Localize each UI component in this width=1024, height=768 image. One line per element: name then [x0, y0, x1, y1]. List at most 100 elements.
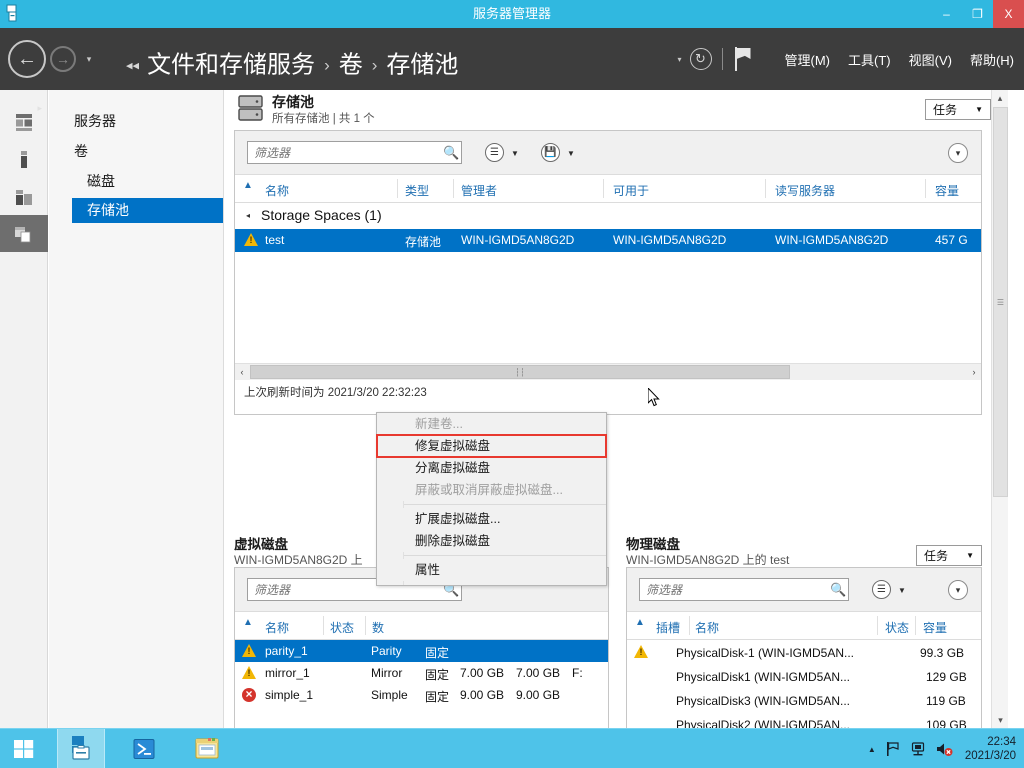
- column-header-type[interactable]: 类型: [405, 182, 429, 199]
- column-header-name[interactable]: 名称: [265, 182, 289, 199]
- breadcrumb-back-icon[interactable]: ◂◂: [126, 58, 139, 74]
- virtual-disk-context-menu: 新建卷... 修复虚拟磁盘 分离虚拟磁盘 屏蔽或取消屏蔽虚拟磁盘... 扩展虚拟…: [376, 412, 607, 586]
- scroll-left-button[interactable]: ‹: [235, 364, 249, 380]
- storage-pools-tasks-button[interactable]: 任务 ▼: [925, 99, 991, 120]
- physical-disks-filter-input[interactable]: [639, 578, 849, 601]
- chevron-down-icon: ▼: [975, 105, 983, 114]
- cell-capacity: 7.00 GB: [460, 666, 505, 680]
- context-menu-item-detach-virtual-disk[interactable]: 分离虚拟磁盘: [377, 457, 606, 479]
- cell-name: simple_1: [265, 688, 314, 702]
- sidebar-item-servers[interactable]: 服务器: [49, 108, 223, 134]
- table-row[interactable]: simple_1 Simple 固定 9.00 GB 9.00 GB: [235, 684, 608, 706]
- rail-item-file-storage-services[interactable]: ▸: [0, 103, 48, 252]
- context-menu-separator: [404, 504, 606, 505]
- forward-arrow-icon[interactable]: →: [50, 46, 76, 72]
- storage-pools-horizontal-scrollbar[interactable]: ‹ ┆┆ ›: [235, 363, 981, 380]
- breadcrumb-item-1[interactable]: 卷: [339, 45, 363, 80]
- column-options-caret-icon[interactable]: ▼: [898, 586, 906, 595]
- close-button[interactable]: X: [993, 0, 1024, 28]
- column-header-capacity[interactable]: 容量: [935, 182, 959, 199]
- main-content: 存储池 所有存储池 | 共 1 个 任务 ▼ 🔍 ☰ ▼ 💾 ▼ ▾ ▲ 名称: [225, 90, 1008, 768]
- column-header-available-to[interactable]: 可用于: [613, 182, 649, 199]
- chevron-down-icon[interactable]: ▾: [948, 143, 968, 163]
- search-icon[interactable]: 🔍: [830, 582, 846, 598]
- maximize-button[interactable]: ❐: [962, 0, 993, 28]
- scroll-right-button[interactable]: ›: [967, 364, 981, 380]
- nav-options-caret-icon[interactable]: ▾: [677, 55, 681, 64]
- column-options-icon[interactable]: ☰: [485, 143, 504, 162]
- taskbar-item-powershell[interactable]: [120, 729, 168, 768]
- cell-provisioning: 固定: [425, 668, 450, 682]
- sidebar-item-volumes[interactable]: 卷: [49, 138, 223, 164]
- context-menu-item-delete-virtual-disk[interactable]: 删除虚拟磁盘: [377, 530, 606, 552]
- taskbar-clock[interactable]: 22:34 2021/3/20: [965, 735, 1016, 763]
- column-header-managed-by[interactable]: 管理者: [461, 182, 497, 199]
- table-row[interactable]: mirror_1 Mirror 固定 7.00 GB 7.00 GB F:: [235, 662, 608, 684]
- column-header-status[interactable]: 状态: [330, 619, 354, 636]
- rail-item-local-server[interactable]: [0, 141, 48, 178]
- table-row[interactable]: PhysicalDisk3 (WIN-IGMD5AN... 119 GB: [627, 689, 981, 713]
- column-header-read-write-server[interactable]: 读写服务器: [775, 182, 835, 199]
- back-arrow-icon[interactable]: ←: [8, 40, 46, 78]
- breadcrumb-item-2[interactable]: 存储池: [386, 45, 458, 80]
- group-collapse-icon[interactable]: ◂: [246, 211, 250, 220]
- navigation-bar: ← → ▾ ◂◂ 文件和存储服务 › 卷 › 存储池 ▾ ↻ 管理(M) 工具(…: [0, 28, 1024, 90]
- column-options-icon[interactable]: ☰: [872, 580, 891, 599]
- warning-sort-icon[interactable]: ▲: [243, 617, 253, 628]
- table-row[interactable]: PhysicalDisk-1 (WIN-IGMD5AN... 99.3 GB: [627, 640, 981, 665]
- virtual-disks-table-header: ▲ 名称 状态 数: [235, 612, 608, 640]
- cell-name: test: [265, 233, 285, 247]
- taskbar-item-server-manager[interactable]: [57, 729, 105, 768]
- network-icon[interactable]: [910, 741, 926, 757]
- column-header-status[interactable]: 状态: [885, 619, 909, 636]
- tasks-label: 任务: [924, 549, 949, 563]
- cell-allocated: 7.00 GB: [516, 666, 561, 680]
- breadcrumb: ◂◂ 文件和存储服务 › 卷 › 存储池: [126, 45, 458, 80]
- scroll-thumb[interactable]: ☰: [993, 107, 1008, 497]
- column-header-name[interactable]: 名称: [265, 619, 289, 636]
- warning-sort-icon[interactable]: ▲: [243, 180, 253, 191]
- menu-help[interactable]: 帮助(H): [970, 50, 1014, 69]
- context-menu-item-repair-virtual-disk[interactable]: 修复虚拟磁盘: [377, 435, 606, 457]
- storage-pool-icon: [238, 94, 264, 122]
- tray-overflow-caret-icon[interactable]: ▲: [868, 745, 876, 754]
- column-header-capacity[interactable]: 容量: [923, 619, 947, 636]
- context-menu-item-extend-virtual-disk[interactable]: 扩展虚拟磁盘...: [377, 508, 606, 530]
- column-options-caret-icon[interactable]: ▼: [511, 149, 519, 158]
- table-row[interactable]: parity_1 Parity 固定: [235, 640, 608, 662]
- storage-pools-group-row[interactable]: ◂ Storage Spaces (1): [235, 203, 981, 229]
- scroll-up-button[interactable]: ▴: [992, 90, 1008, 106]
- rail-expand-arrow-icon[interactable]: ▸: [37, 103, 42, 114]
- menu-view[interactable]: 视图(V): [909, 50, 952, 69]
- windows-start-icon[interactable]: [0, 729, 48, 768]
- search-icon[interactable]: 🔍: [443, 145, 459, 161]
- context-menu-item-properties[interactable]: 属性: [377, 559, 606, 581]
- chevron-down-icon[interactable]: ▾: [948, 580, 968, 600]
- taskbar-item-file-explorer[interactable]: [183, 729, 231, 768]
- column-header-name[interactable]: 名称: [695, 619, 719, 636]
- sidebar-item-disks[interactable]: 磁盘: [49, 168, 223, 194]
- content-vertical-scrollbar[interactable]: ▴ ☰ ▾: [991, 90, 1008, 728]
- column-header-slot[interactable]: 插槽: [656, 619, 680, 636]
- refresh-icon[interactable]: ↻: [689, 48, 712, 70]
- minimize-button[interactable]: –: [931, 0, 962, 28]
- flag-icon[interactable]: [733, 47, 753, 71]
- menu-manage[interactable]: 管理(M): [785, 50, 831, 69]
- warning-sort-icon[interactable]: ▲: [635, 617, 645, 628]
- physical-disks-tasks-button[interactable]: 任务 ▼: [916, 545, 982, 566]
- column-header-layout[interactable]: 数: [372, 619, 384, 636]
- table-row[interactable]: test 存储池 WIN-IGMD5AN8G2D WIN-IGMD5AN8G2D…: [235, 229, 981, 252]
- save-view-caret-icon[interactable]: ▼: [567, 149, 575, 158]
- chevron-down-icon[interactable]: ▾: [82, 52, 96, 66]
- menu-tools[interactable]: 工具(T): [848, 50, 891, 69]
- save-view-icon[interactable]: 💾: [541, 143, 560, 162]
- breadcrumb-item-0[interactable]: 文件和存储服务: [147, 45, 315, 80]
- rail-item-all-servers[interactable]: [0, 178, 48, 215]
- scroll-thumb[interactable]: ┆┆: [250, 365, 790, 379]
- scroll-down-button[interactable]: ▾: [992, 712, 1009, 728]
- storage-pools-filter-input[interactable]: [247, 141, 462, 164]
- table-row[interactable]: PhysicalDisk1 (WIN-IGMD5AN... 129 GB: [627, 665, 981, 689]
- sidebar-item-storage-pools[interactable]: 存储池: [72, 198, 223, 223]
- flag-notification-icon[interactable]: [885, 741, 901, 757]
- volume-muted-icon[interactable]: [935, 741, 953, 757]
